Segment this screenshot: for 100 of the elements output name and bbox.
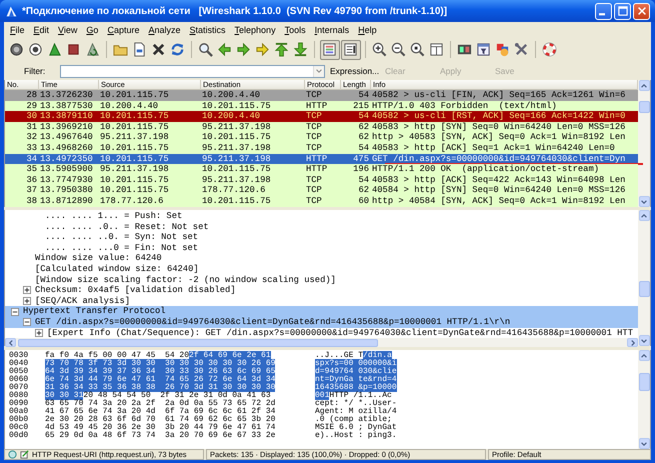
scroll-list-button[interactable] [340,40,360,60]
table-cell-text: 10.201.115.75 [99,174,170,186]
vertical-scrollbar[interactable] [638,80,650,207]
hex-bytes[interactable]: 31 36 34 33 35 36 38 38 26 70 3d 31 30 30 30 30 [45,383,276,392]
menu-item[interactable]: Tools [284,24,306,34]
tree-item[interactable]: GET /din.aspx?s=00000000&id=949764030&client=DynGate&rnd=416435688&p=10000001 HTTP/1.1\r\n [35,316,510,328]
table-cell-text: 13.5905900 [39,164,94,175]
table-cell-text: 13.4967640 [39,132,94,143]
ascii-bytes[interactable]: HTTP /1.1..Ac [329,391,392,400]
vertical-scrollbar[interactable] [638,210,650,346]
table-cell-text: http > 40584 [SYN, ACK] Seq=0 Ack=1 Win=8192 Len [371,196,626,207]
expand-icon[interactable] [11,308,19,316]
close-button[interactable] [633,2,650,20]
tree-item[interactable]: [SEQ/ACK analysis] [35,296,130,306]
packet-row[interactable]: 29 13.3877530 10.200.4.40 10.201.115.75 HTTP 215 HTTP/1.0 403 Forbidden (text/html) [5,100,638,112]
ascii-bytes[interactable]: spx?s=00 000000&i [315,359,397,368]
menu-item[interactable]: Help [358,24,377,34]
hex-bytes[interactable]: 2e 30 20 28 63 6f 6d 70 61 74 69 62 6c 65 3b 20 [45,415,276,424]
menu-item[interactable]: Edit [34,24,50,34]
edit-note-icon[interactable] [20,450,29,459]
packet-row[interactable]: 36 13.7747930 10.201.115.75 95.211.37.198 TCP 54 40583 > http [ACK] Seq=422 Ack=143 Win=64098 Len [5,174,638,186]
expand-icon[interactable] [23,297,31,306]
scroll-up-button[interactable] [638,210,650,221]
ascii-bytes[interactable]: Agent: M ozilla/4 [315,407,397,416]
scroll-right-button[interactable] [627,338,638,348]
maximize-icon [616,5,628,17]
bottom-arrow-icon [293,42,308,57]
palette-icon [495,42,510,57]
hex-bytes[interactable]: 41 67 65 6e 74 3a 20 4d 6f 7a 69 6c 6c 61 2f 34 [45,407,276,416]
maximize-button[interactable] [614,2,631,20]
scroll-thumb[interactable] [638,101,650,113]
expand-icon[interactable] [35,328,43,337]
ascii-bytes[interactable]: .0 (comp atible; [315,415,392,424]
hex-bytes[interactable]: 20 48 54 54 50 2f 31 2e 31 0d 0a 41 63 [83,391,271,400]
tree-item[interactable]: Window size value: 64240 [35,253,162,264]
ascii-bytes[interactable]: cept: */ *..User- [315,399,397,408]
dropdown-button[interactable] [313,66,324,76]
menu-item[interactable]: Statistics [190,24,226,34]
scroll-thumb[interactable] [638,281,650,297]
table-cell-text: 475 [352,154,370,164]
filter-field[interactable] [60,64,325,78]
tree-item[interactable]: .... .... ...0 = Fin: Not set [45,242,198,254]
scroll-down-button[interactable] [638,196,650,207]
hex-bytes[interactable]: 30 30 31 [45,391,84,400]
table-cell-text: TCP [305,196,323,207]
menu-item[interactable]: Go [86,24,98,34]
menu-item[interactable]: File [10,24,25,34]
packet-row[interactable]: 38 13.8712890 178.77.120.6 10.201.115.75 TCP 60 http > 40584 [SYN, ACK] Seq=0 Ack=1 Win=8192 Len [5,196,638,207]
packet-row[interactable]: 30 13.3879110 10.201.115.75 10.200.4.40 TCP 54 40582 > us-cli [RST, ACK] Seq=166 Ack=1422 Win=0 [5,111,638,122]
table-cell-text: 40583 > http [SYN] Seq=0 Win=64240 Len=0 MSS=126 [371,122,626,132]
tree-item[interactable]: [Calculated window size: 64240] [35,264,199,275]
packet-row[interactable]: 33 13.4968260 10.201.115.75 95.211.37.198 TCP 54 40583 > http [ACK] Seq=1 Ack=1 Win=64240 Len=0 [5,142,638,154]
tree-item[interactable]: [Window size scaling factor: -2 (no window scaling used)] [35,274,336,286]
packet-row[interactable]: 28 13.3726230 10.201.115.75 10.200.4.40 TCP 54 40582 > us-cli [FIN, ACK] Seq=165 Ack=1261 Win=6 [5,90,638,101]
tree-item[interactable]: [Expert Info (Chat/Sequence): GET /din.aspx?s=00000000&id=949764030&client=DynGate&rnd=416435688&p=10000001 HTT [47,328,633,338]
vertical-scrollbar[interactable] [638,350,650,449]
ascii-bytes[interactable]: ..J...GE T [315,351,364,360]
table-cell-text: 36 [25,174,38,186]
scroll-list-icon [343,42,358,57]
expand-icon[interactable] [23,318,31,326]
expand-icon[interactable] [23,286,31,294]
packet-row[interactable]: 35 13.5905900 95.211.37.198 10.201.115.75 HTTP 196 HTTP/1.1 200 OK (application/octet-stream) [5,164,638,175]
scroll-down-button[interactable] [638,438,650,449]
zoom-in-icon [372,42,387,57]
menu-item[interactable]: Capture [107,24,140,34]
hex-bytes[interactable]: 4d 53 49 45 20 36 2e 30 3b 20 44 79 6e 47 61 74 [45,423,276,432]
menu-item[interactable]: Internals [314,24,350,34]
scroll-thumb[interactable] [638,373,650,391]
ascii-bytes[interactable]: e)..Host : ping3. [315,431,397,440]
table-cell-text: 28 [25,90,38,101]
horizontal-scrollbar[interactable] [5,338,638,348]
minimize-button[interactable] [595,2,612,20]
scroll-up-button[interactable] [638,80,650,91]
scroll-up-button[interactable] [638,350,650,361]
ascii-bytes[interactable]: 001 [315,391,330,400]
status-circle-icon[interactable] [8,450,17,459]
lifebuoy-button[interactable] [540,40,558,60]
tree-item[interactable]: Checksum: 0x4af5 [validation disabled] [35,285,236,296]
tree-item[interactable]: Hypertext Transfer Protocol [23,306,166,317]
ascii-bytes[interactable]: MSIE 6.0 ; DynGat [315,423,397,432]
menu-item[interactable]: Telephony [234,24,276,34]
tree-item[interactable]: .... .... .0.. = Reset: Not set [45,222,209,232]
scroll-left-button[interactable] [5,338,16,348]
tree-item[interactable]: .... .... 1... = Push: Set [45,211,182,222]
scroll-thumb[interactable] [18,338,378,347]
filter-button[interactable]: Expression... [330,66,380,76]
colored-list-button[interactable] [320,40,340,60]
packet-row[interactable]: 32 13.4967640 95.211.37.198 10.201.115.75 TCP 62 http > 40583 [SYN, ACK] Seq=0 Ack=1 Win=8192 Len [5,132,638,143]
packet-row[interactable]: 31 13.3969210 10.201.115.75 95.211.37.198 TCP 62 40583 > http [SYN] Seq=0 Win=64240 Len=0 MSS=126 [5,122,638,132]
tree-item[interactable]: .... .... ..0. = Syn: Not set [45,232,198,243]
menu-item[interactable]: Analyze [148,24,180,34]
hex-bytes[interactable]: 63 65 70 74 3a 20 2a 2f 2a 0d 0a 55 73 65 72 2d [45,399,276,408]
ascii-bytes[interactable]: 16435688 &p=10000 [315,383,397,392]
menu-item[interactable]: View [58,24,78,34]
packet-row[interactable]: 37 13.7950380 10.201.115.75 178.77.120.6 TCP 62 40584 > http [SYN] Seq=0 Win=64240 Len=0 MSS=126 [5,185,638,196]
table-cell-text: 62 [357,122,370,132]
hex-bytes[interactable]: 65 29 0d 0a 48 6f 73 74 3a 20 70 69 6e 67 33 2e [45,431,276,440]
scroll-down-button[interactable] [638,335,650,346]
hex-bytes[interactable]: fa f0 4a f5 00 00 47 45 54 20 [45,351,190,360]
table-cell-text: 196 [352,164,370,175]
